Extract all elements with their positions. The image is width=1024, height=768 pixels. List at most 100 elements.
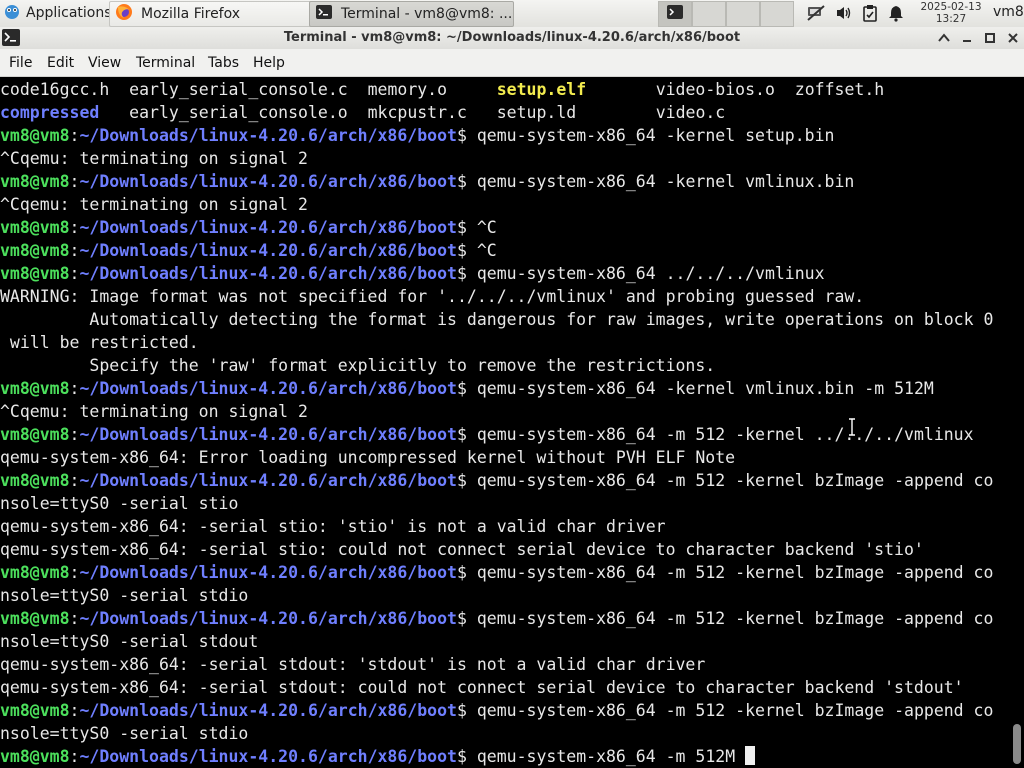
listing-entry: setup.elf [496, 80, 587, 99]
listing-entry: setup.ld [496, 103, 577, 122]
workspace-3[interactable] [726, 1, 760, 27]
command-text: qemu-system-x86_64 -m 512 -kernel bzImag… [476, 609, 994, 628]
applications-label: Applications [26, 5, 110, 21]
output-line: qemu-system-x86_64: -serial stdout: coul… [0, 676, 1010, 699]
prompt-path: ~/Downloads/linux-4.20.6/arch/x86/boot [79, 218, 457, 237]
command-text: ^C [476, 218, 497, 237]
taskbar-item-terminal[interactable]: Terminal - vm8@vm8: ... [309, 1, 514, 27]
prompt-path: ~/Downloads/linux-4.20.6/arch/x86/boot [79, 264, 457, 283]
notification-bell-icon[interactable] [886, 3, 906, 23]
output-text: qemu-system-x86_64: -serial stio: 'stio'… [0, 517, 666, 536]
output-text: WARNING: Image format was not specified … [0, 287, 865, 306]
prompt-user: vm8@vm8 [0, 241, 70, 260]
applications-menu-button[interactable]: Applications [0, 0, 110, 26]
output-text: nsole=ttyS0 -serial stdout [0, 632, 259, 651]
taskbar-item-firefox[interactable]: Mozilla Firefox [109, 1, 312, 27]
output-line: Specify the 'raw' format explicitly to r… [0, 354, 1010, 377]
output-line: nsole=ttyS0 -serial stdio [0, 584, 1010, 607]
output-line: ^Cqemu: terminating on signal 2 [0, 400, 1010, 423]
prompt-path: ~/Downloads/linux-4.20.6/arch/x86/boot [79, 471, 457, 490]
taskbar: Applications Mozilla Firefox Terminal - … [0, 0, 1024, 28]
prompt-path: ~/Downloads/linux-4.20.6/arch/x86/boot [79, 241, 457, 260]
listing-row: code16gcc.h early_serial_console.c memor… [0, 78, 1010, 101]
menu-terminal[interactable]: Terminal [136, 55, 195, 71]
network-icon[interactable] [806, 3, 826, 23]
menu-help[interactable]: Help [253, 55, 285, 71]
taskbar-item-label: Terminal - vm8@vm8: ... [341, 6, 513, 22]
terminal-scrollbar[interactable] [1010, 78, 1024, 768]
prompt-line: vm8@vm8:~/Downloads/linux-4.20.6/arch/x8… [0, 425, 974, 444]
prompt-line: vm8@vm8:~/Downloads/linux-4.20.6/arch/x8… [0, 609, 994, 628]
listing-entry: compressed [0, 103, 100, 122]
clock-time: 13:27 [935, 13, 967, 25]
prompt-user: vm8@vm8 [0, 264, 70, 283]
output-text: ^Cqemu: terminating on signal 2 [0, 402, 308, 421]
listing-entry: code16gcc.h [0, 80, 110, 99]
prompt-user: vm8@vm8 [0, 563, 70, 582]
minimize-icon[interactable] [958, 29, 976, 47]
listing-entry: early_serial_console.c [129, 80, 348, 99]
listing-entry: zoffset.h [794, 80, 885, 99]
command-text: qemu-system-x86_64 -m 512 -kernel ../../… [476, 425, 974, 444]
menu-edit[interactable]: Edit [47, 55, 74, 71]
prompt-user: vm8@vm8 [0, 609, 70, 628]
menu-view[interactable]: View [88, 55, 121, 71]
prompt-line: vm8@vm8:~/Downloads/linux-4.20.6/arch/x8… [0, 701, 994, 720]
close-icon[interactable] [1004, 29, 1022, 47]
clipboard-icon[interactable] [860, 3, 880, 23]
clock[interactable]: 2025-02-13 13:27 [912, 0, 990, 25]
output-line: ^Cqemu: terminating on signal 2 [0, 147, 1010, 170]
prompt-user: vm8@vm8 [0, 425, 70, 444]
output-line: qemu-system-x86_64: Error loading uncomp… [0, 446, 1010, 469]
listing-entry: video.c [655, 103, 726, 122]
maximize-icon[interactable] [981, 29, 999, 47]
command-text: qemu-system-x86_64 -m 512M [476, 747, 746, 766]
command-text: qemu-system-x86_64 -m 512 -kernel bzImag… [476, 563, 994, 582]
output-text: qemu-system-x86_64: -serial stdout: 'std… [0, 655, 706, 674]
volume-icon[interactable] [834, 3, 854, 23]
menubar: File Edit View Terminal Tabs Help [0, 49, 1024, 77]
command-text: qemu-system-x86_64 -kernel vmlinux.bin [476, 172, 855, 191]
output-text: qemu-system-x86_64: -serial stio: could … [0, 540, 924, 559]
prompt-line: vm8@vm8:~/Downloads/linux-4.20.6/arch/x8… [0, 471, 994, 490]
scrollbar-thumb[interactable] [1013, 724, 1021, 764]
prompt-user: vm8@vm8 [0, 379, 70, 398]
workspace-4[interactable] [760, 1, 794, 27]
prompt-user: vm8@vm8 [0, 471, 70, 490]
command-text: qemu-system-x86_64 -m 512 -kernel bzImag… [476, 471, 994, 490]
prompt-path: ~/Downloads/linux-4.20.6/arch/x86/boot [79, 563, 457, 582]
prompt-line: vm8@vm8:~/Downloads/linux-4.20.6/arch/x8… [0, 264, 825, 283]
workspace-2[interactable] [692, 1, 726, 27]
prompt-path: ~/Downloads/linux-4.20.6/arch/x86/boot [79, 609, 457, 628]
listing-row: compressed early_serial_console.o mkcpus… [0, 101, 1010, 124]
menu-file[interactable]: File [9, 55, 32, 71]
chevron-up-icon[interactable] [935, 29, 953, 47]
output-text: will be restricted. [0, 333, 199, 352]
terminal-icon [666, 4, 684, 24]
window-title: Terminal - vm8@vm8: ~/Downloads/linux-4.… [283, 30, 741, 45]
output-text: nsole=ttyS0 -serial stdio [0, 724, 249, 743]
workspace-1[interactable] [658, 1, 692, 27]
prompt-line: vm8@vm8:~/Downloads/linux-4.20.6/arch/x8… [0, 745, 1010, 768]
user-menu[interactable]: vm8 [993, 4, 1024, 20]
output-text: ^Cqemu: terminating on signal 2 [0, 149, 308, 168]
prompt-line: vm8@vm8:~/Downloads/linux-4.20.6/arch/x8… [0, 218, 497, 237]
prompt-line: vm8@vm8:~/Downloads/linux-4.20.6/arch/x8… [0, 172, 855, 191]
output-text: nsole=ttyS0 -serial stio [0, 494, 239, 513]
output-line: will be restricted. [0, 331, 1010, 354]
listing-entry: early_serial_console.o [129, 103, 348, 122]
output-line: qemu-system-x86_64: -serial stdout: 'std… [0, 653, 1010, 676]
output-line: nsole=ttyS0 -serial stdout [0, 630, 1010, 653]
command-text: qemu-system-x86_64 -kernel setup.bin [476, 126, 835, 145]
prompt-path: ~/Downloads/linux-4.20.6/arch/x86/boot [79, 701, 457, 720]
listing-entry: video-bios.o [655, 80, 775, 99]
output-line: nsole=ttyS0 -serial stio [0, 492, 1010, 515]
firefox-icon [115, 3, 133, 25]
menu-tabs[interactable]: Tabs [208, 55, 239, 71]
window-titlebar[interactable]: Terminal - vm8@vm8: ~/Downloads/linux-4.… [0, 27, 1024, 50]
terminal-output[interactable]: code16gcc.h early_serial_console.c memor… [0, 78, 1010, 768]
output-text: qemu-system-x86_64: -serial stdout: coul… [0, 678, 964, 697]
prompt-path: ~/Downloads/linux-4.20.6/arch/x86/boot [79, 425, 457, 444]
output-line: ^Cqemu: terminating on signal 2 [0, 193, 1010, 216]
output-line: Automatically detecting the format is da… [0, 308, 1010, 331]
